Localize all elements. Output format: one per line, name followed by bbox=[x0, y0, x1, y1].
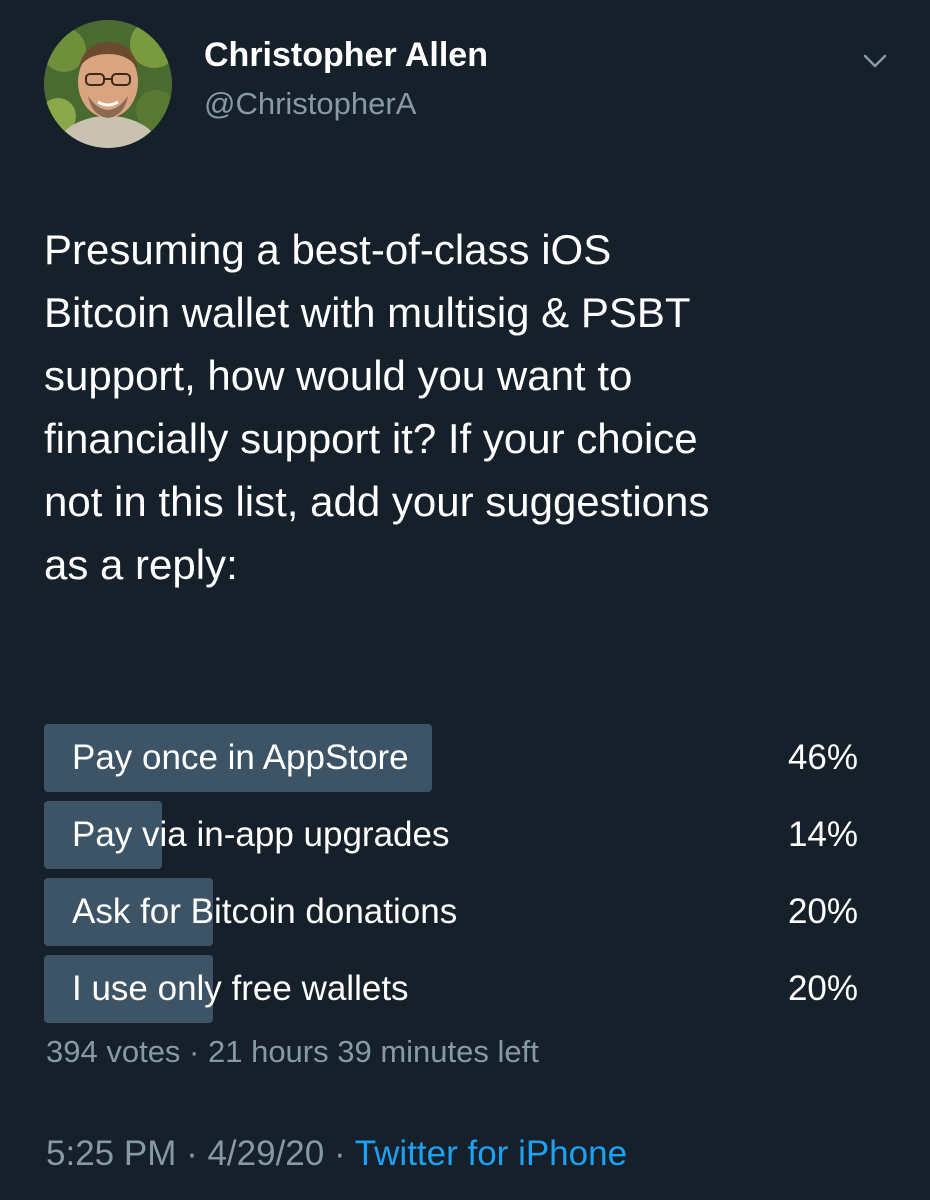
poll-option-label: Ask for Bitcoin donations bbox=[72, 892, 458, 931]
tweet-text: Presuming a best-of-class iOS Bitcoin wa… bbox=[44, 226, 710, 588]
tweet-header: Christopher Allen @ChristopherA bbox=[44, 20, 904, 150]
poll-option-row[interactable]: Pay once in AppStore 46% bbox=[44, 724, 860, 792]
poll-option-label: I use only free wallets bbox=[72, 969, 409, 1008]
tweet-source-link[interactable]: Twitter for iPhone bbox=[355, 1134, 627, 1173]
poll: Pay once in AppStore 46% Pay via in-app … bbox=[44, 724, 860, 1032]
poll-option-label: Pay via in-app upgrades bbox=[72, 815, 450, 854]
poll-option-label: Pay once in AppStore bbox=[72, 738, 409, 777]
poll-option-percent: 20% bbox=[787, 892, 858, 931]
poll-option-row[interactable]: Pay via in-app upgrades 14% bbox=[44, 801, 860, 869]
poll-option-percent: 46% bbox=[787, 738, 858, 777]
poll-meta: 394 votes · 21 hours 39 minutes left bbox=[46, 1034, 539, 1069]
author-name[interactable]: Christopher Allen bbox=[204, 36, 488, 75]
author-handle[interactable]: @ChristopherA bbox=[204, 86, 416, 122]
avatar[interactable] bbox=[44, 20, 172, 148]
poll-option-percent: 20% bbox=[787, 969, 858, 1008]
tweet-timestamp[interactable]: 5:25 PM · 4/29/20 · bbox=[46, 1134, 355, 1173]
poll-option-row[interactable]: Ask for Bitcoin donations 20% bbox=[44, 878, 860, 946]
chevron-down-icon[interactable] bbox=[860, 46, 890, 76]
poll-option-percent: 14% bbox=[787, 815, 858, 854]
tweet-footer: 5:25 PM · 4/29/20 · Twitter for iPhone bbox=[46, 1134, 627, 1174]
poll-option-row[interactable]: I use only free wallets 20% bbox=[44, 955, 860, 1023]
